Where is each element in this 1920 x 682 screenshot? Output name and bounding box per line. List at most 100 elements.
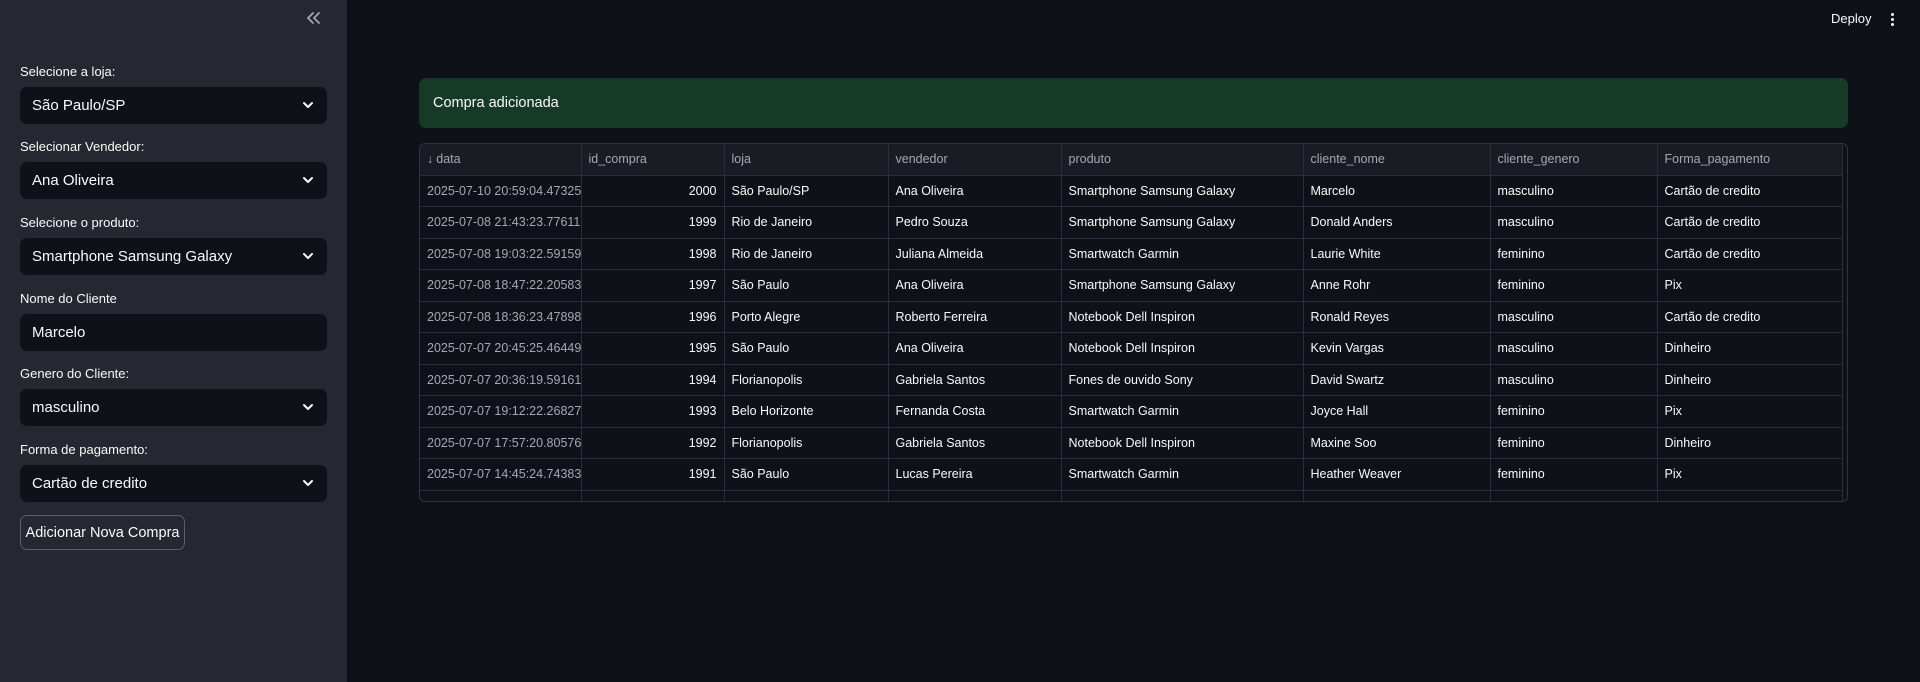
table-cell[interactable]: São Paulo/SP — [724, 175, 889, 207]
table-cell[interactable]: Gabriela Santos — [888, 427, 1062, 459]
table-cell[interactable]: Cartão de credito — [1657, 206, 1843, 239]
table-cell[interactable]: Lucas Pereira — [888, 458, 1062, 491]
table-cell[interactable]: 1991 — [581, 458, 725, 491]
table-cell[interactable]: feminino — [1490, 238, 1658, 270]
add-purchase-button[interactable]: Adicionar Nova Compra — [20, 515, 185, 550]
table-cell[interactable]: 1993 — [581, 395, 725, 428]
column-header-cliente-nome[interactable]: cliente_nome — [1303, 144, 1491, 176]
table-cell[interactable]: Fernanda Costa — [888, 395, 1062, 428]
table-row[interactable]: 2025-07-07 17:57:20.805764 1992 Florianopo… — [420, 427, 1843, 459]
table-row[interactable]: 2025-07-07 20:36:19.591616 1994 Florianopo… — [420, 364, 1843, 396]
table-row[interactable]: 2025-07-07 14:45:24.743839 1991 São Paulo L… — [420, 458, 1843, 491]
table-cell[interactable]: Smartphone Samsung Galaxy — [1061, 269, 1304, 302]
column-header-id-compra[interactable]: id_compra — [581, 144, 725, 176]
table-cell[interactable]: Rio de Janeiro — [724, 206, 889, 239]
table-cell[interactable]: Pedro Souza — [888, 206, 1062, 239]
table-cell[interactable]: 2025-07-08 18:36:23.478983 — [420, 301, 582, 333]
client-gender-select[interactable]: masculino — [20, 389, 327, 426]
collapse-sidebar-icon[interactable] — [300, 6, 326, 30]
table-cell[interactable]: Smartphone Samsung Galaxy — [1061, 206, 1304, 239]
table-cell[interactable]: feminino — [1490, 269, 1658, 302]
table-cell[interactable]: Cartão de credito — [1657, 238, 1843, 270]
table-cell[interactable]: Joyce Hall — [1303, 395, 1491, 428]
table-cell[interactable]: Heather Weaver — [1303, 458, 1491, 491]
table-cell[interactable]: masculino — [1490, 206, 1658, 239]
table-cell[interactable]: Dinheiro — [1657, 364, 1843, 396]
table-cell[interactable]: Porto Alegre — [724, 301, 889, 333]
table-cell[interactable]: São Paulo — [724, 332, 889, 365]
table-cell[interactable]: 2025-07-08 19:03:22.591594 — [420, 238, 582, 270]
table-cell[interactable]: Gabriela Santos — [888, 364, 1062, 396]
table-cell[interactable]: Belo Horizonte — [724, 395, 889, 428]
table-cell[interactable]: 2025-07-07 19:12:22.268277 — [420, 395, 582, 428]
payment-select[interactable]: Cartão de credito — [20, 465, 327, 502]
seller-select[interactable]: Ana Oliveira — [20, 162, 327, 199]
table-cell[interactable]: 1992 — [581, 427, 725, 459]
table-row[interactable]: 2025-07-08 18:36:23.478983 1996 Porto Aleg… — [420, 301, 1843, 333]
table-cell[interactable]: São Paulo — [724, 269, 889, 302]
client-name-input[interactable]: Marcelo — [20, 314, 327, 351]
table-cell[interactable]: Pix — [1657, 395, 1843, 428]
table-row[interactable]: 2025-07-07 19:12:22.268277 1993 Belo Horiz… — [420, 395, 1843, 428]
table-cell[interactable]: Dinheiro — [1657, 427, 1843, 459]
table-cell[interactable]: Ana Oliveira — [888, 332, 1062, 365]
table-cell[interactable]: feminino — [1490, 458, 1658, 491]
table-cell[interactable]: 1995 — [581, 332, 725, 365]
table-cell[interactable]: Cartão de credito — [1657, 301, 1843, 333]
table-cell[interactable]: 2025-07-08 21:43:23.776117 — [420, 206, 582, 239]
table-cell[interactable]: 2025-07-10 20:59:04.473259 — [420, 175, 582, 207]
table-cell[interactable]: Ronald Reyes — [1303, 301, 1491, 333]
table-cell[interactable]: 1996 — [581, 301, 725, 333]
table-cell[interactable]: Smartwatch Garmin — [1061, 395, 1304, 428]
more-options-icon[interactable] — [1884, 10, 1900, 28]
table-cell[interactable]: David Swartz — [1303, 364, 1491, 396]
table-cell[interactable]: 2025-07-07 14:45:24.743839 — [420, 458, 582, 491]
table-cell[interactable]: Ana Oliveira — [888, 175, 1062, 207]
table-cell[interactable]: masculino — [1490, 364, 1658, 396]
store-select[interactable]: São Paulo/SP — [20, 87, 327, 124]
table-cell[interactable]: 1994 — [581, 364, 725, 396]
column-header-produto[interactable]: produto — [1061, 144, 1304, 176]
table-cell[interactable]: Dinheiro — [1657, 332, 1843, 365]
table-cell[interactable]: Smartwatch Garmin — [1061, 458, 1304, 491]
column-header-cliente-genero[interactable]: cliente_genero — [1490, 144, 1658, 176]
table-cell[interactable]: 1999 — [581, 206, 725, 239]
table-cell[interactable]: feminino — [1490, 395, 1658, 428]
table-cell[interactable]: Smartphone Samsung Galaxy — [1061, 175, 1304, 207]
table-cell[interactable]: 2025-07-07 20:45:25.464491 — [420, 332, 582, 365]
column-header-forma-pagamento[interactable]: Forma_pagamento — [1657, 144, 1843, 176]
table-row[interactable]: 2025-07-10 20:59:04.473259 2000 São Paulo/… — [420, 175, 1843, 207]
table-row[interactable]: 2025-07-08 18:47:22.205831 1997 São Paulo A… — [420, 269, 1843, 302]
table-cell[interactable]: masculino — [1490, 332, 1658, 365]
table-cell[interactable]: Notebook Dell Inspiron — [1061, 332, 1304, 365]
table-cell[interactable]: masculino — [1490, 175, 1658, 207]
table-cell[interactable]: 2025-07-07 20:36:19.591616 — [420, 364, 582, 396]
table-cell[interactable]: Smartwatch Garmin — [1061, 238, 1304, 270]
table-cell[interactable]: Marcelo — [1303, 175, 1491, 207]
table-cell[interactable]: 2025-07-07 17:57:20.805764 — [420, 427, 582, 459]
table-cell[interactable]: Florianopolis — [724, 427, 889, 459]
table-cell[interactable]: masculino — [1490, 301, 1658, 333]
table-row[interactable]: 2025-07-08 19:03:22.591594 1998 Rio de Jan… — [420, 238, 1843, 270]
table-cell[interactable]: Pix — [1657, 458, 1843, 491]
table-cell[interactable]: 1998 — [581, 238, 725, 270]
table-cell[interactable]: Fones de ouvido Sony — [1061, 364, 1304, 396]
table-cell[interactable]: Pix — [1657, 269, 1843, 302]
table-cell[interactable]: Notebook Dell Inspiron — [1061, 301, 1304, 333]
table-row[interactable]: 2025-07-08 21:43:23.776117 1999 Rio de Jan… — [420, 206, 1843, 239]
table-cell[interactable]: Ana Oliveira — [888, 269, 1062, 302]
table-cell[interactable]: Kevin Vargas — [1303, 332, 1491, 365]
table-cell[interactable]: São Paulo — [724, 458, 889, 491]
purchases-table[interactable]: ↓ data id_compra loja vendedor produto cl… — [419, 143, 1848, 502]
table-cell[interactable]: Cartão de credito — [1657, 175, 1843, 207]
table-cell[interactable]: 2000 — [581, 175, 725, 207]
column-header-vendedor[interactable]: vendedor — [888, 144, 1062, 176]
table-cell[interactable]: Juliana Almeida — [888, 238, 1062, 270]
table-cell[interactable]: Donald Anders — [1303, 206, 1491, 239]
table-cell[interactable]: Anne Rohr — [1303, 269, 1491, 302]
table-cell[interactable]: Notebook Dell Inspiron — [1061, 427, 1304, 459]
table-cell[interactable]: 1997 — [581, 269, 725, 302]
table-cell[interactable]: 2025-07-08 18:47:22.205831 — [420, 269, 582, 302]
table-cell[interactable]: Roberto Ferreira — [888, 301, 1062, 333]
column-header-data[interactable]: ↓ data — [420, 144, 582, 176]
